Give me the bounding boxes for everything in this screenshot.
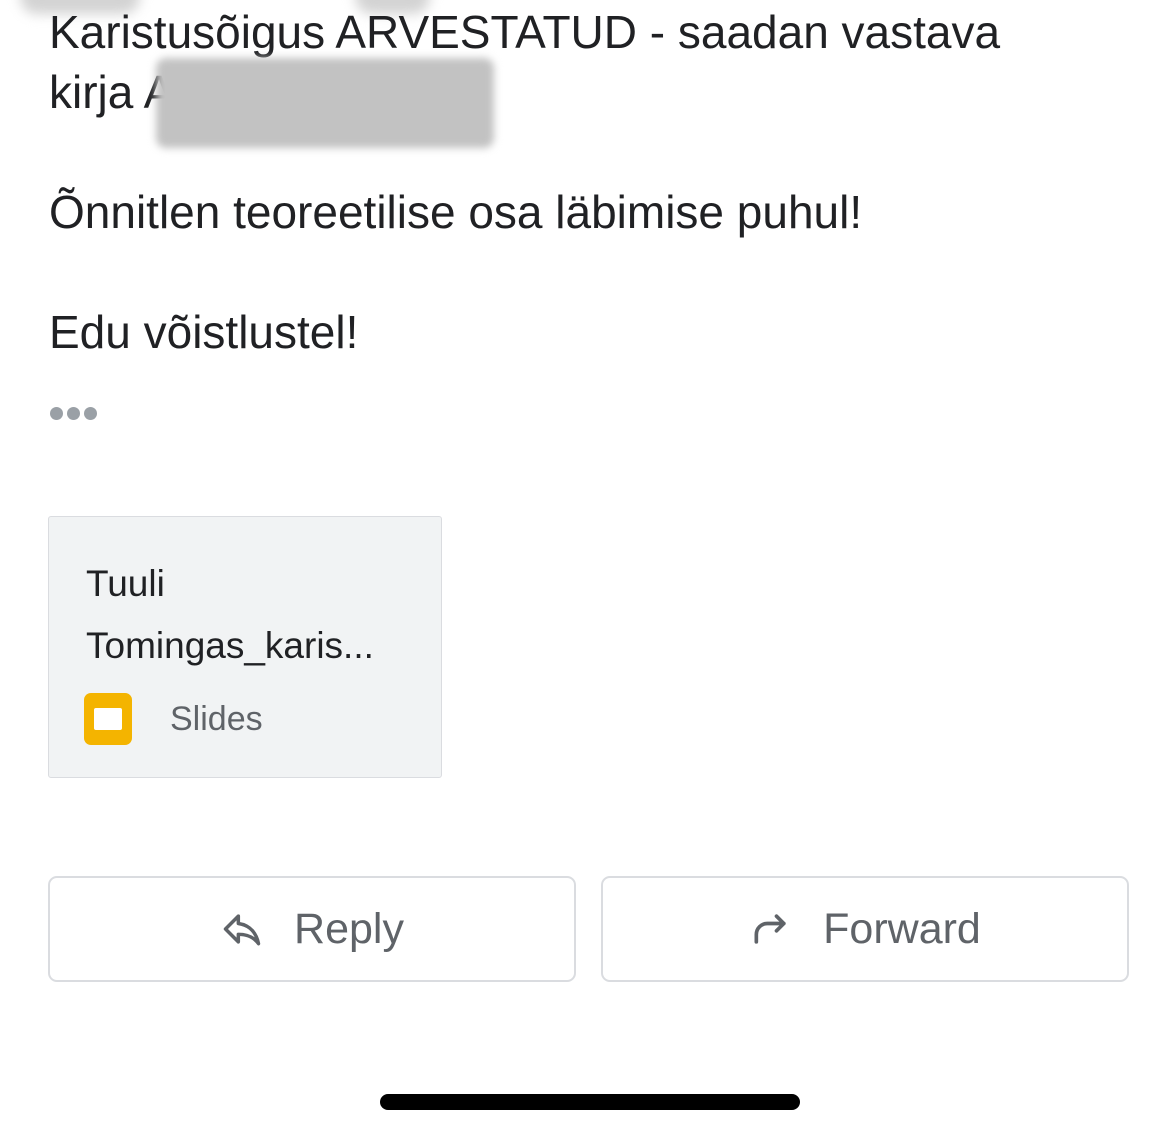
- attachment-type-label: Slides: [170, 700, 263, 738]
- forward-button[interactable]: Forward: [601, 876, 1129, 982]
- show-trimmed-content-button[interactable]: [50, 398, 97, 428]
- home-indicator[interactable]: [380, 1094, 800, 1110]
- forward-label: Forward: [823, 905, 981, 953]
- redacted-text-block: [156, 58, 494, 148]
- reply-label: Reply: [294, 905, 404, 953]
- reply-arrow-icon: [223, 914, 261, 946]
- email-body-line: Õnnitlen teoreetilise osa läbimise puhul…: [49, 186, 863, 238]
- attachment-filename: Tuuli Tomingas_karis...: [86, 553, 416, 677]
- ellipsis-dot-icon: [67, 406, 80, 420]
- attachment-filename-line: Tuuli: [86, 563, 165, 604]
- ellipsis-dot-icon: [50, 406, 63, 420]
- google-slides-icon: [84, 693, 132, 745]
- email-body-line: Karistusõigus ARVESTATUD - saadan vastav…: [49, 6, 1001, 58]
- attachment-card[interactable]: Tuuli Tomingas_karis... Slides: [48, 516, 442, 778]
- reply-button[interactable]: Reply: [48, 876, 576, 982]
- ellipsis-dot-icon: [84, 406, 97, 420]
- email-body-line: Edu võistlustel!: [49, 306, 359, 358]
- attachment-filename-line: Tomingas_karis...: [86, 625, 374, 666]
- forward-arrow-icon: [754, 914, 786, 944]
